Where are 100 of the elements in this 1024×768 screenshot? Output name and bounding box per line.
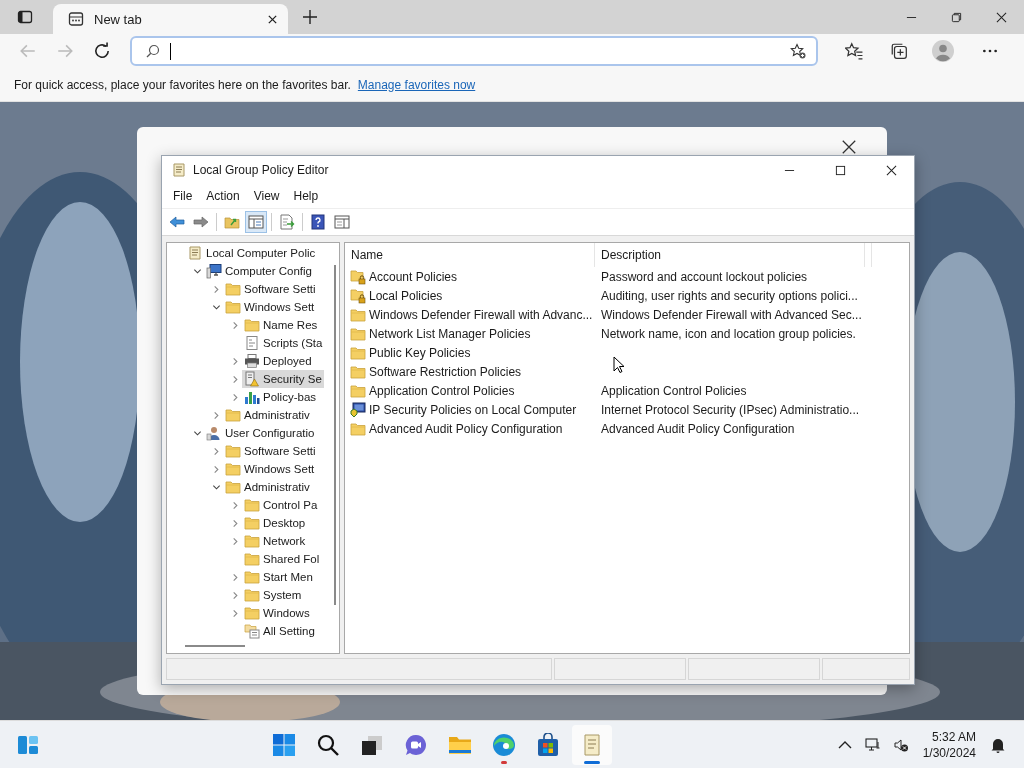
scrollbar[interactable] [334, 265, 336, 605]
menu-item[interactable]: View [247, 186, 286, 206]
policy-name[interactable]: Software Restriction Policies [369, 364, 522, 379]
tree-item[interactable]: Policy-bas [242, 388, 319, 406]
policy-description: Auditing, user rights and security options polici... [601, 288, 858, 303]
menu-item[interactable]: Help [287, 186, 325, 206]
policy-editor-icon [171, 162, 187, 178]
script-document-icon [244, 335, 260, 351]
tree-item[interactable]: All Setting [242, 622, 317, 640]
close-icon[interactable] [267, 13, 278, 25]
folder-icon [225, 461, 241, 477]
address-field[interactable] [130, 36, 818, 66]
folder-icon [225, 479, 241, 495]
column-header[interactable]: Name [345, 243, 595, 267]
tree-item[interactable]: User Configuratio [204, 424, 317, 442]
policy-name[interactable]: Account Policies [369, 269, 458, 284]
clock-time[interactable]: 5:32 AM [932, 728, 976, 745]
policy-name[interactable]: Application Control Policies [369, 383, 515, 398]
menu-item[interactable]: Action [200, 186, 246, 206]
locked-folder-icon [350, 287, 366, 304]
tree-item[interactable]: Windows Sett [223, 298, 317, 316]
refresh-icon[interactable] [93, 42, 111, 60]
policy-description: Application Control Policies [601, 383, 747, 398]
folder-up-icon [224, 214, 240, 230]
menu-item[interactable]: File [167, 186, 199, 206]
tree-tool-button[interactable] [245, 211, 267, 233]
tree-item[interactable]: Desktop [242, 514, 308, 532]
favorites-icon[interactable] [845, 42, 863, 60]
tree-item[interactable]: Start Men [242, 568, 315, 586]
search-icon [146, 44, 160, 58]
browser-tab[interactable]: New tab [53, 4, 288, 34]
policy-description: Advanced Audit Policy Configuration [601, 421, 795, 436]
locked-document-icon [244, 371, 260, 387]
folder-icon [244, 551, 260, 567]
printer-icon [244, 353, 260, 369]
policy-name[interactable]: Network List Manager Policies [369, 326, 531, 341]
tree-item[interactable]: Control Pa [242, 496, 320, 514]
tree-item[interactable]: Software Setti [223, 280, 318, 298]
policy-taskbar-button[interactable] [572, 724, 613, 765]
tree-item[interactable]: Scripts (Sta [242, 334, 325, 352]
tree-item[interactable]: System [242, 586, 304, 604]
tree-pane-icon [248, 214, 264, 230]
close-icon[interactable] [886, 164, 897, 176]
folder-icon [244, 587, 260, 603]
settings-list-icon [244, 623, 260, 639]
tree-item[interactable]: Computer Config [204, 262, 314, 280]
manage-favorites-link[interactable]: Manage favorites now [357, 77, 476, 92]
search-icon [316, 732, 341, 757]
close-icon[interactable] [996, 11, 1007, 23]
collections-icon[interactable] [890, 42, 908, 60]
tree-item[interactable]: Shared Fol [242, 550, 322, 568]
tab-actions-icon[interactable] [17, 9, 33, 25]
tree-item[interactable]: Administrativ [223, 478, 312, 496]
maximize-icon[interactable] [835, 164, 846, 176]
tab-title: New tab [94, 11, 143, 27]
tree-item[interactable]: Deployed [242, 352, 314, 370]
network-icon[interactable] [864, 736, 881, 753]
folder-icon [225, 281, 241, 297]
folder-icon [350, 325, 366, 342]
tree-item[interactable]: Local Computer Polic [185, 244, 318, 262]
policy-name[interactable]: Advanced Audit Policy Configuration [369, 421, 563, 436]
policy-name[interactable]: Local Policies [369, 288, 443, 303]
favorites-bar-message: For quick access, place your favorites here on the favorites bar. [14, 77, 351, 92]
tree-item[interactable]: Administrativ [223, 406, 312, 424]
folder-icon [244, 533, 260, 549]
bar-chart-icon [244, 389, 260, 405]
folder-icon [244, 605, 260, 621]
computer-shield-icon [350, 401, 366, 418]
close-icon[interactable] [842, 140, 856, 154]
forward-arrow-icon [193, 214, 209, 230]
clock-date[interactable]: 1/30/2024 [922, 744, 976, 761]
folder-icon [225, 443, 241, 459]
computer-icon [206, 263, 222, 279]
folder-icon [244, 497, 260, 513]
policy-name[interactable]: IP Security Policies on Local Computer [369, 402, 577, 417]
notification-bell-icon[interactable] [990, 736, 1006, 753]
policy-description: Internet Protocol Security (IPsec) Administratio... [601, 402, 860, 417]
export-list-icon [279, 214, 295, 230]
tree-item[interactable]: Security Se [242, 370, 324, 388]
tree-item[interactable]: Software Setti [223, 442, 318, 460]
locked-folder-icon [350, 268, 366, 285]
tree-item[interactable]: Windows [242, 604, 312, 622]
folder-icon [244, 317, 260, 333]
windows-logo-icon [272, 732, 297, 757]
profile-avatar-icon[interactable] [932, 40, 954, 62]
new-tab-plus-icon[interactable] [302, 9, 318, 25]
tree-item[interactable]: Network [242, 532, 308, 550]
policy-name[interactable]: Windows Defender Firewall with Advanc... [369, 307, 593, 322]
scrollbar[interactable] [185, 645, 245, 647]
restore-icon[interactable] [951, 11, 962, 23]
tree-item[interactable]: Windows Sett [223, 460, 317, 478]
folder-icon [244, 515, 260, 531]
tree-item[interactable]: Name Res [242, 316, 320, 334]
policy-name[interactable]: Public Key Policies [369, 345, 471, 360]
column-header[interactable]: Description [595, 243, 865, 267]
folder-icon [225, 299, 241, 315]
store-bag-icon [536, 732, 561, 757]
muted-speaker-icon[interactable] [892, 736, 909, 753]
window-title: Local Group Policy Editor [193, 163, 329, 177]
add-favorite-icon[interactable] [790, 43, 806, 59]
